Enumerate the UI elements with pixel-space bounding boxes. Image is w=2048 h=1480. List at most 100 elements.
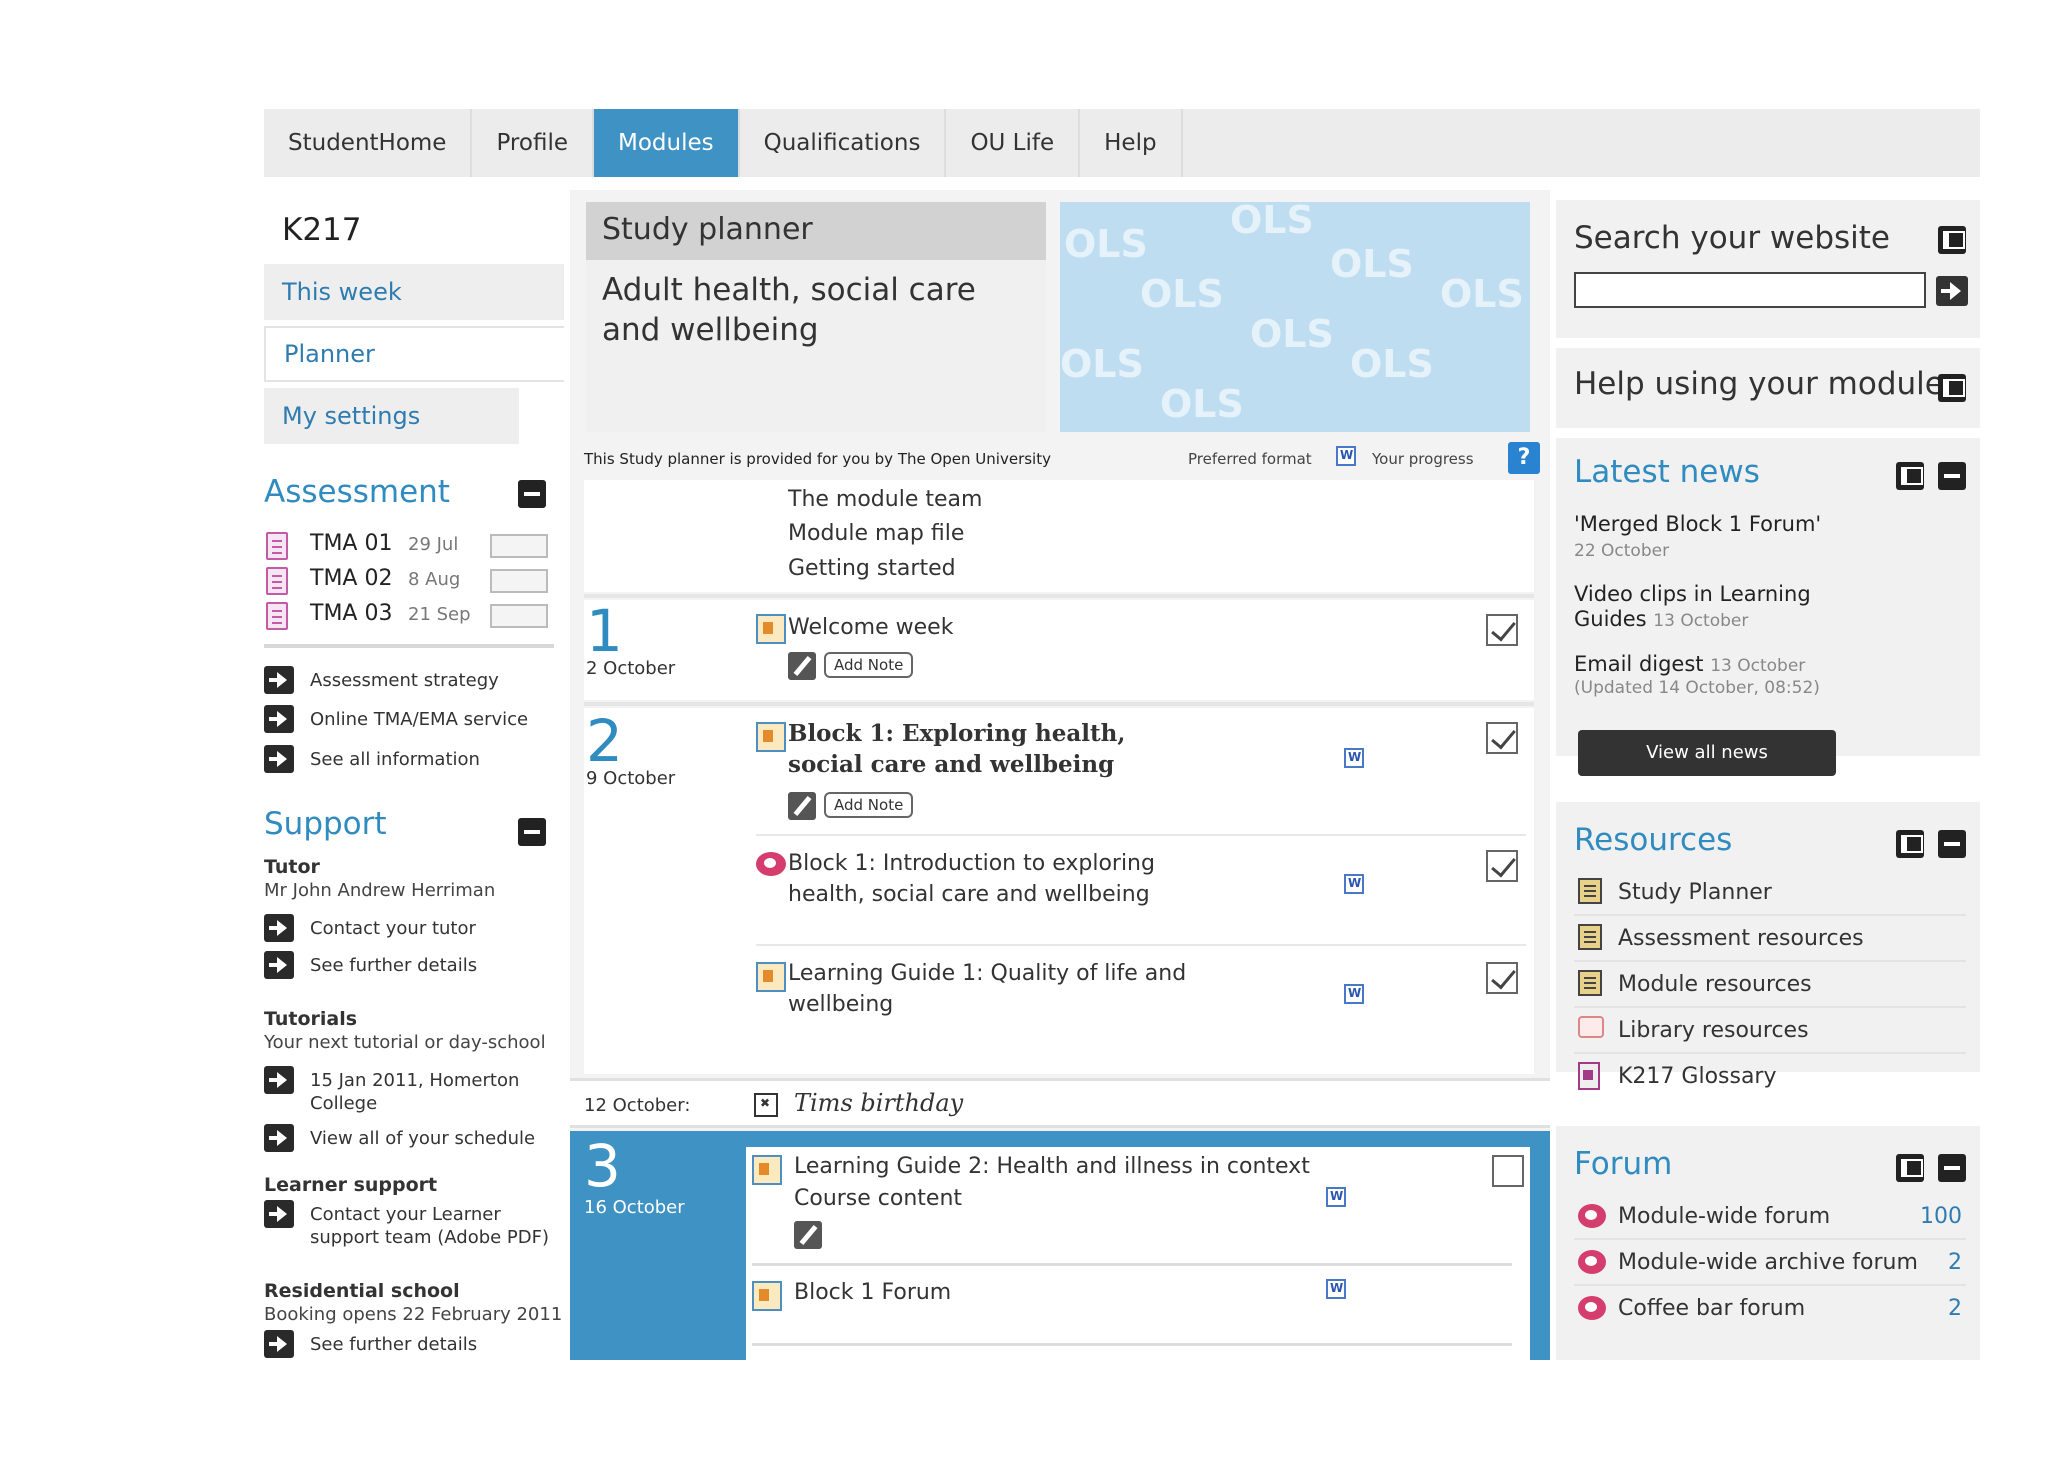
forum-icon <box>1578 1250 1606 1274</box>
support-heading: Support <box>264 806 387 842</box>
completion-checkbox[interactable] <box>1486 850 1518 882</box>
completion-checkbox[interactable] <box>1486 722 1518 754</box>
forum-module-wide[interactable]: Module-wide forum 100 <box>1574 1196 1966 1240</box>
collapse-support-icon[interactable] <box>518 818 546 846</box>
link-label: 15 Jan 2011, Homerton College <box>310 1070 520 1114</box>
toggle-panel-icon[interactable] <box>1896 830 1924 858</box>
sidebar-item-my-settings[interactable]: My settings <box>264 388 519 444</box>
resource-label: Study Planner <box>1618 880 1772 905</box>
news-item[interactable]: Email digest 13 October <box>1574 652 1954 679</box>
collapse-assessment-icon[interactable] <box>518 480 546 508</box>
tma-name[interactable]: TMA 02 <box>310 566 392 591</box>
event-text[interactable]: Tims birthday <box>794 1089 963 1117</box>
tab-studenthome[interactable]: StudentHome <box>264 109 473 177</box>
search-input[interactable] <box>1574 272 1926 308</box>
arrow-right-icon <box>264 1124 294 1152</box>
collapse-icon[interactable] <box>1938 1154 1966 1182</box>
tma-row[interactable]: TMA 03 21 Sep <box>264 600 554 632</box>
block-1-link[interactable]: Block 1: Exploring health, social care a… <box>788 718 1188 780</box>
collapse-icon[interactable] <box>1938 462 1966 490</box>
help-question-icon[interactable]: ? <box>1508 442 1540 474</box>
toggle-panel-icon[interactable] <box>1896 1154 1924 1182</box>
learning-guide-1-link[interactable]: Learning Guide 1: Quality of life and we… <box>788 958 1188 1020</box>
online-tma-link[interactable]: Online TMA/EMA service <box>264 705 564 735</box>
pencil-icon[interactable] <box>788 652 816 680</box>
module-team-link[interactable]: The module team <box>788 484 982 515</box>
see-all-information-link[interactable]: See all information <box>264 745 564 775</box>
arrow-right-icon <box>264 1066 294 1094</box>
completion-checkbox[interactable] <box>1486 962 1518 994</box>
news-item[interactable]: Video clips in Learning Guides 13 Octobe… <box>1574 582 1834 634</box>
view-all-news-button[interactable]: View all news <box>1578 730 1836 776</box>
word-document-icon[interactable] <box>1344 874 1364 894</box>
search-go-button[interactable] <box>1936 276 1968 306</box>
help-box: Help using your module <box>1556 348 1980 428</box>
sidebar-item-planner[interactable]: Planner <box>264 326 564 382</box>
module-map-file-link[interactable]: Module map file <box>788 518 964 549</box>
block-1-intro-link[interactable]: Block 1: Introduction to exploring healt… <box>788 848 1168 910</box>
collapse-icon[interactable] <box>1938 830 1966 858</box>
residential-further-details-link[interactable]: See further details <box>264 1330 564 1360</box>
help-title[interactable]: Help using your module <box>1574 366 1944 402</box>
forum-coffee-bar[interactable]: Coffee bar forum 2 <box>1574 1288 1966 1332</box>
arrow-right-icon <box>264 705 294 733</box>
tutor-further-details-link[interactable]: See further details <box>264 951 564 981</box>
contact-tutor-link[interactable]: Contact your tutor <box>264 914 564 944</box>
tma-progress-box <box>490 534 548 558</box>
word-document-icon[interactable] <box>1344 984 1364 1004</box>
news-item[interactable]: 'Merged Block 1 Forum' 22 October <box>1574 512 1954 564</box>
resource-module[interactable]: Module resources <box>1574 964 1966 1008</box>
divider <box>756 944 1526 946</box>
divider <box>752 1263 1512 1266</box>
toggle-panel-icon[interactable] <box>1938 226 1966 254</box>
resource-assessment[interactable]: Assessment resources <box>1574 918 1966 962</box>
word-document-icon[interactable] <box>1344 748 1364 768</box>
divider <box>584 702 1534 706</box>
add-note-button[interactable]: Add Note <box>824 652 914 678</box>
tma-name[interactable]: TMA 01 <box>310 531 392 556</box>
sidebar-item-this-week[interactable]: This week <box>264 264 564 320</box>
getting-started-link[interactable]: Getting started <box>788 553 956 584</box>
tab-ou-life[interactable]: OU Life <box>946 109 1081 177</box>
forum-label: Module-wide archive forum <box>1618 1250 1918 1275</box>
completion-checkbox[interactable] <box>1492 1155 1524 1187</box>
pencil-icon[interactable] <box>794 1221 822 1249</box>
week-date: 16 October <box>584 1197 685 1218</box>
next-tutorial-link[interactable]: 15 Jan 2011, Homerton College <box>264 1066 564 1116</box>
view-schedule-link[interactable]: View all of your schedule <box>264 1124 564 1154</box>
pencil-icon[interactable] <box>788 792 816 820</box>
assessment-strategy-link[interactable]: Assessment strategy <box>264 666 564 696</box>
resource-library[interactable]: Library resources <box>1574 1010 1966 1054</box>
block-1-forum-link[interactable]: Block 1 Forum <box>794 1277 951 1308</box>
tab-qualifications[interactable]: Qualifications <box>740 109 947 177</box>
link-label: View all of your schedule <box>310 1128 536 1149</box>
tma-row[interactable]: TMA 01 29 Jul <box>264 530 554 562</box>
add-note-button[interactable]: Add Note <box>824 792 914 818</box>
resource-icon <box>756 614 786 644</box>
resource-glossary[interactable]: K217 Glossary <box>1574 1056 1966 1100</box>
learner-support-link[interactable]: Contact your Learner support team (Adobe… <box>264 1200 564 1250</box>
news-title: Email digest <box>1574 652 1704 676</box>
planner-info-bar: This Study planner is provided for you b… <box>584 442 1544 474</box>
toggle-panel-icon[interactable] <box>1938 374 1966 402</box>
banner-text: OLS <box>1230 202 1314 242</box>
tma-row[interactable]: TMA 02 8 Aug <box>264 565 554 597</box>
tab-profile[interactable]: Profile <box>472 109 594 177</box>
word-document-icon[interactable] <box>1336 446 1356 466</box>
completion-checkbox[interactable] <box>1486 614 1518 646</box>
forum-module-wide-archive[interactable]: Module-wide archive forum 2 <box>1574 1242 1966 1286</box>
forum-box: Forum Module-wide forum 100 Module-wide … <box>1556 1126 1980 1360</box>
tutor-label: Tutor <box>264 856 320 878</box>
word-document-icon[interactable] <box>1326 1187 1346 1207</box>
tab-help[interactable]: Help <box>1080 109 1183 177</box>
resource-label: Assessment resources <box>1618 926 1864 951</box>
toggle-panel-icon[interactable] <box>1896 462 1924 490</box>
banner-text: OLS <box>1440 272 1524 316</box>
forum-icon <box>1578 1296 1606 1320</box>
welcome-week-link[interactable]: Welcome week <box>788 612 953 643</box>
tab-modules[interactable]: Modules <box>593 109 740 177</box>
word-document-icon[interactable] <box>1326 1279 1346 1299</box>
resource-study-planner[interactable]: Study Planner <box>1574 872 1966 916</box>
tma-name[interactable]: TMA 03 <box>310 601 392 626</box>
learning-guide-2-link[interactable]: Learning Guide 2: Health and illness in … <box>794 1151 1310 1182</box>
